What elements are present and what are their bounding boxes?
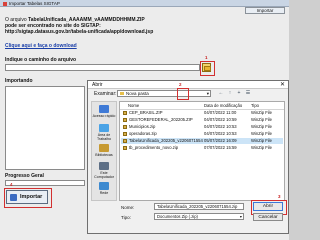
filetype-label: Tipo: bbox=[121, 215, 131, 220]
lookin-value: Nova pasta bbox=[126, 91, 149, 96]
browse-folder-button[interactable] bbox=[202, 63, 211, 72]
import-icon bbox=[10, 194, 17, 201]
place-quick-access[interactable]: Acesso rápido bbox=[92, 105, 116, 118]
file-name: Municipios.zip bbox=[129, 124, 156, 129]
zip-file-icon bbox=[123, 125, 127, 129]
step-badge-1: 1 bbox=[205, 55, 208, 60]
chevron-down-icon: ▾ bbox=[239, 214, 242, 219]
step-badge-3: 3 bbox=[278, 194, 281, 199]
path-label: Indique o caminho do arquivo bbox=[5, 57, 77, 63]
file-type: WinZip File bbox=[251, 131, 272, 136]
column-type[interactable]: Tipo bbox=[251, 102, 259, 109]
up-folder-icon[interactable]: ↑ bbox=[226, 90, 234, 97]
progress-bar bbox=[5, 180, 85, 186]
zip-file-icon bbox=[123, 132, 127, 136]
file-name: tb_procedimento_novo.zip bbox=[129, 145, 179, 150]
filename-input[interactable]: TabelaUnificada_202205_v2206071554.zip bbox=[154, 203, 244, 210]
app-icon bbox=[3, 1, 7, 6]
folder-icon bbox=[120, 92, 124, 95]
column-name[interactable]: Nome bbox=[128, 102, 139, 109]
open-button[interactable]: Abrir bbox=[253, 202, 283, 211]
place-libraries[interactable]: Bibliotecas bbox=[92, 144, 116, 157]
open-file-dialog: Abrir ✕ Examinar: Nova pasta ▾ 2 ← ↑ + ☰… bbox=[87, 80, 289, 234]
importing-label: Importando bbox=[5, 78, 33, 84]
file-date: 07/07/2022 15:59 bbox=[204, 145, 237, 150]
dialog-title: Abrir bbox=[92, 82, 103, 88]
file-name: operadoras.zip bbox=[129, 131, 157, 136]
zip-file-icon bbox=[123, 146, 127, 150]
import-button[interactable]: Importar bbox=[6, 190, 48, 204]
lookin-label: Examinar: bbox=[94, 91, 117, 97]
back-icon[interactable]: ← bbox=[217, 90, 225, 97]
file-row[interactable]: TabelaUnificada_202205_v2206071554.zip 05… bbox=[121, 138, 283, 144]
place-network[interactable]: Rede bbox=[92, 182, 116, 195]
zip-file-icon bbox=[123, 111, 127, 115]
places-sidebar: Acesso rápido Área de Trabalho Bibliotec… bbox=[91, 101, 117, 201]
progress-label: Progresso Geral bbox=[5, 173, 44, 179]
file-date: 04/07/2022 10:53 bbox=[204, 124, 237, 129]
cancel-button[interactable]: Cancelar bbox=[253, 213, 283, 221]
place-desktop[interactable]: Área de Trabalho bbox=[92, 124, 116, 141]
chevron-down-icon: ▾ bbox=[206, 91, 209, 96]
highlight-lookin bbox=[177, 88, 189, 100]
file-name: GESTOREFEDERAL_202205.ZIP bbox=[129, 117, 193, 122]
file-date: 04/07/2022 11:00 bbox=[204, 110, 237, 115]
close-icon[interactable]: ✕ bbox=[280, 81, 285, 89]
file-date: 04/07/2022 10:59 bbox=[204, 117, 237, 122]
place-label: Rede bbox=[99, 191, 109, 195]
file-type: WinZip File bbox=[251, 110, 272, 115]
file-path-input[interactable] bbox=[5, 64, 200, 71]
step-badge-2: 2 bbox=[179, 82, 182, 87]
file-date: 05/07/2022 16:09 bbox=[204, 138, 237, 143]
file-type: WinZip File bbox=[251, 145, 272, 150]
place-label: Bibliotecas bbox=[95, 153, 113, 157]
place-label: Este Computador bbox=[94, 171, 114, 179]
tab-importar[interactable]: Importar bbox=[245, 7, 285, 14]
window-title-bar: Importar Tabelas SIGTAP bbox=[0, 0, 289, 7]
file-row[interactable]: CEP_BRASIL.ZIP 04/07/2022 11:00 WinZip Fil… bbox=[121, 110, 283, 116]
file-type: WinZip File bbox=[251, 117, 272, 122]
file-type: WinZip File bbox=[251, 124, 272, 129]
file-name: CEP_BRASIL.ZIP bbox=[129, 110, 163, 115]
place-label: Área de Trabalho bbox=[96, 133, 112, 141]
new-folder-icon[interactable]: + bbox=[235, 90, 243, 97]
lookin-dropdown[interactable]: Nova pasta ▾ bbox=[117, 90, 211, 97]
file-row[interactable]: Municipios.zip 04/07/2022 10:53 WinZip Fil… bbox=[121, 124, 283, 130]
filetype-dropdown[interactable]: Documentos Zip (.zip) ▾ bbox=[154, 213, 244, 220]
column-date[interactable]: Data de modificação bbox=[204, 102, 242, 109]
view-menu-icon[interactable]: ☰ bbox=[244, 90, 252, 97]
network-icon bbox=[99, 182, 109, 190]
file-date: 04/07/2022 10:53 bbox=[204, 131, 237, 136]
zip-file-icon bbox=[123, 118, 127, 122]
importing-log-panel bbox=[5, 86, 85, 170]
library-icon bbox=[99, 144, 109, 152]
filetype-value: Documentos Zip (.zip) bbox=[157, 214, 198, 219]
step-badge-4: 4 bbox=[10, 182, 13, 187]
file-list: Nome Data de modificação Tipo CEP_BRASIL… bbox=[119, 101, 285, 201]
computer-icon bbox=[99, 162, 109, 170]
download-link[interactable]: Clique aqui e faça o download bbox=[5, 43, 77, 49]
window-title: Importar Tabelas SIGTAP bbox=[9, 1, 60, 6]
file-list-header: Nome Data de modificação Tipo bbox=[120, 102, 284, 110]
file-row[interactable]: tb_procedimento_novo.zip 07/07/2022 15:59… bbox=[121, 145, 283, 151]
message-url: http://sigtap.datasus.gov.br/tabela-unif… bbox=[5, 29, 154, 35]
star-icon bbox=[99, 105, 109, 113]
place-this-pc[interactable]: Este Computador bbox=[92, 162, 116, 179]
file-row[interactable]: GESTOREFEDERAL_202205.ZIP 04/07/2022 10:5… bbox=[121, 117, 283, 123]
import-button-label: Importar bbox=[20, 194, 43, 200]
place-label: Acesso rápido bbox=[92, 114, 116, 118]
desktop-icon bbox=[99, 124, 109, 132]
instructions-text: O arquivo TabelaUnificada_AAAAMM_vAAMMDD… bbox=[5, 17, 155, 35]
zip-file-icon bbox=[123, 139, 127, 143]
file-name: TabelaUnificada_202205_v2206071554.zip bbox=[129, 138, 203, 143]
filename-label: Nome: bbox=[121, 205, 135, 210]
file-type: WinZip File bbox=[251, 138, 272, 143]
file-row[interactable]: operadoras.zip 04/07/2022 10:53 WinZip Fil… bbox=[121, 131, 283, 137]
